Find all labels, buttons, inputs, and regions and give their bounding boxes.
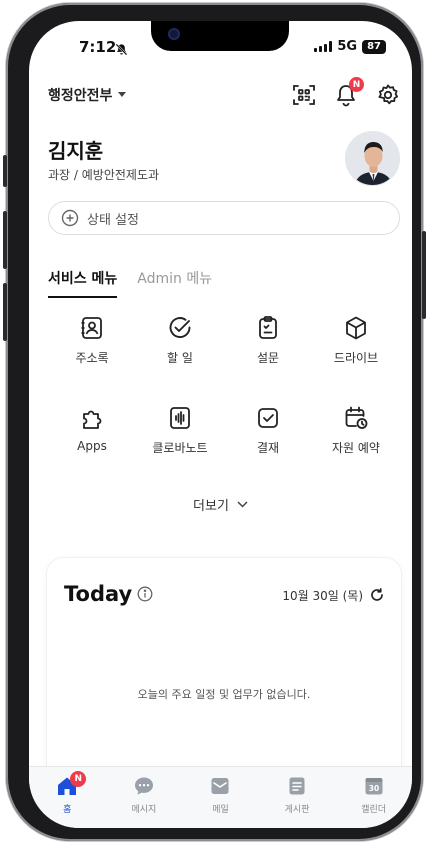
calendar-clock-icon xyxy=(345,406,368,429)
more-button[interactable]: 더보기 xyxy=(29,495,412,514)
info-icon[interactable] xyxy=(137,586,153,606)
nav-label: 메시지 xyxy=(131,805,157,815)
mail-icon xyxy=(211,778,229,794)
service-survey[interactable]: 설문 xyxy=(224,315,312,375)
calendar-icon: 30 xyxy=(365,778,383,795)
service-resource-booking[interactable]: 자원 예약 xyxy=(312,405,400,465)
profile-name: 김지훈 xyxy=(48,139,104,163)
more-label: 더보기 xyxy=(193,499,229,514)
chevron-down-icon xyxy=(237,501,248,508)
status-setting-placeholder: 상태 설정 xyxy=(87,212,139,228)
voice-note-icon xyxy=(170,407,190,429)
service-todo[interactable]: 할 일 xyxy=(136,315,224,375)
org-name: 행정안전부 xyxy=(48,88,113,104)
nav-message[interactable]: 메시지 xyxy=(114,775,174,828)
status-time: 7:12 xyxy=(79,38,117,56)
volume-up-button xyxy=(3,211,7,269)
status-right: 5G 87 xyxy=(314,39,386,54)
board-icon xyxy=(289,777,305,795)
message-icon xyxy=(134,777,153,795)
home-badge: N xyxy=(70,771,87,787)
battery-level: 87 xyxy=(362,39,386,54)
today-empty-message: 오늘의 주요 일정 및 업무가 없습니다. xyxy=(137,688,311,701)
service-label: Apps xyxy=(77,439,107,453)
service-label: 자원 예약 xyxy=(332,441,380,455)
front-camera xyxy=(168,28,180,40)
cube-icon xyxy=(346,316,366,340)
nav-home[interactable]: N 홈 xyxy=(37,771,97,828)
service-clova-note[interactable]: 클로바노트 xyxy=(136,405,224,465)
network-type: 5G xyxy=(337,39,358,54)
address-book-icon xyxy=(81,317,102,339)
org-selector[interactable]: 행정안전부 xyxy=(48,85,127,105)
bottom-nav: N 홈 메시지 메일 게시판 30 캘린더 xyxy=(29,766,412,828)
service-approval[interactable]: 결재 xyxy=(224,405,312,465)
clipboard-icon xyxy=(259,316,277,339)
header-actions: N xyxy=(292,77,400,107)
notification-badge: N xyxy=(349,77,364,92)
nav-label: 캘린더 xyxy=(361,805,387,815)
service-label: 클로바노트 xyxy=(152,441,208,455)
screen: 7:12 5G 87 행정안전부 N 김지훈 과장 / 예방안전제도과 상태 설… xyxy=(29,21,412,828)
service-address-book[interactable]: 주소록 xyxy=(48,315,136,375)
service-label: 드라이브 xyxy=(333,351,379,365)
gear-icon[interactable] xyxy=(376,83,400,107)
caret-down-icon xyxy=(118,92,127,97)
nav-mail[interactable]: 메일 xyxy=(190,775,250,828)
refresh-icon[interactable] xyxy=(370,587,384,606)
nav-label: 게시판 xyxy=(284,805,310,815)
menu-tabs: 서비스 메뉴 Admin 메뉴 xyxy=(48,268,212,298)
nav-label: 메일 xyxy=(212,805,229,815)
notch xyxy=(151,21,289,51)
power-button xyxy=(422,231,426,319)
phone-frame: 7:12 5G 87 행정안전부 N 김지훈 과장 / 예방안전제도과 상태 설… xyxy=(3,3,426,841)
calendar-day: 30 xyxy=(368,784,378,793)
volume-down-button xyxy=(3,283,7,341)
check-circle-icon xyxy=(169,317,191,338)
service-apps[interactable]: Apps xyxy=(48,405,136,465)
status-setting-input[interactable]: 상태 설정 xyxy=(48,201,400,235)
notification-bell-icon[interactable]: N xyxy=(334,77,364,107)
signal-icon xyxy=(314,41,333,52)
tab-service-menu[interactable]: 서비스 메뉴 xyxy=(48,268,118,298)
silent-switch xyxy=(3,155,7,187)
profile-department: 과장 / 예방안전제도과 xyxy=(48,168,160,182)
service-label: 할 일 xyxy=(167,351,193,365)
nav-calendar[interactable]: 30 캘린더 xyxy=(344,775,404,828)
nav-label: 홈 xyxy=(63,805,72,815)
avatar[interactable] xyxy=(345,131,400,186)
approval-icon xyxy=(258,408,278,428)
puzzle-icon xyxy=(83,410,102,429)
plus-circle-icon xyxy=(61,209,79,227)
qr-scan-icon[interactable] xyxy=(292,83,316,107)
today-date: 10월 30일 (목) xyxy=(282,589,363,603)
today-title: Today xyxy=(64,582,133,606)
nav-board[interactable]: 게시판 xyxy=(267,775,327,828)
tab-admin-menu[interactable]: Admin 메뉴 xyxy=(137,268,212,298)
service-drive[interactable]: 드라이브 xyxy=(312,315,400,375)
service-label: 주소록 xyxy=(75,351,109,365)
service-label: 결재 xyxy=(256,441,280,455)
bell-muted-icon xyxy=(115,41,128,60)
service-label: 설문 xyxy=(256,351,280,365)
service-grid: 주소록 할 일 설문 드라이브 Apps 클로바노트 결재 자원 예약 xyxy=(48,315,400,465)
